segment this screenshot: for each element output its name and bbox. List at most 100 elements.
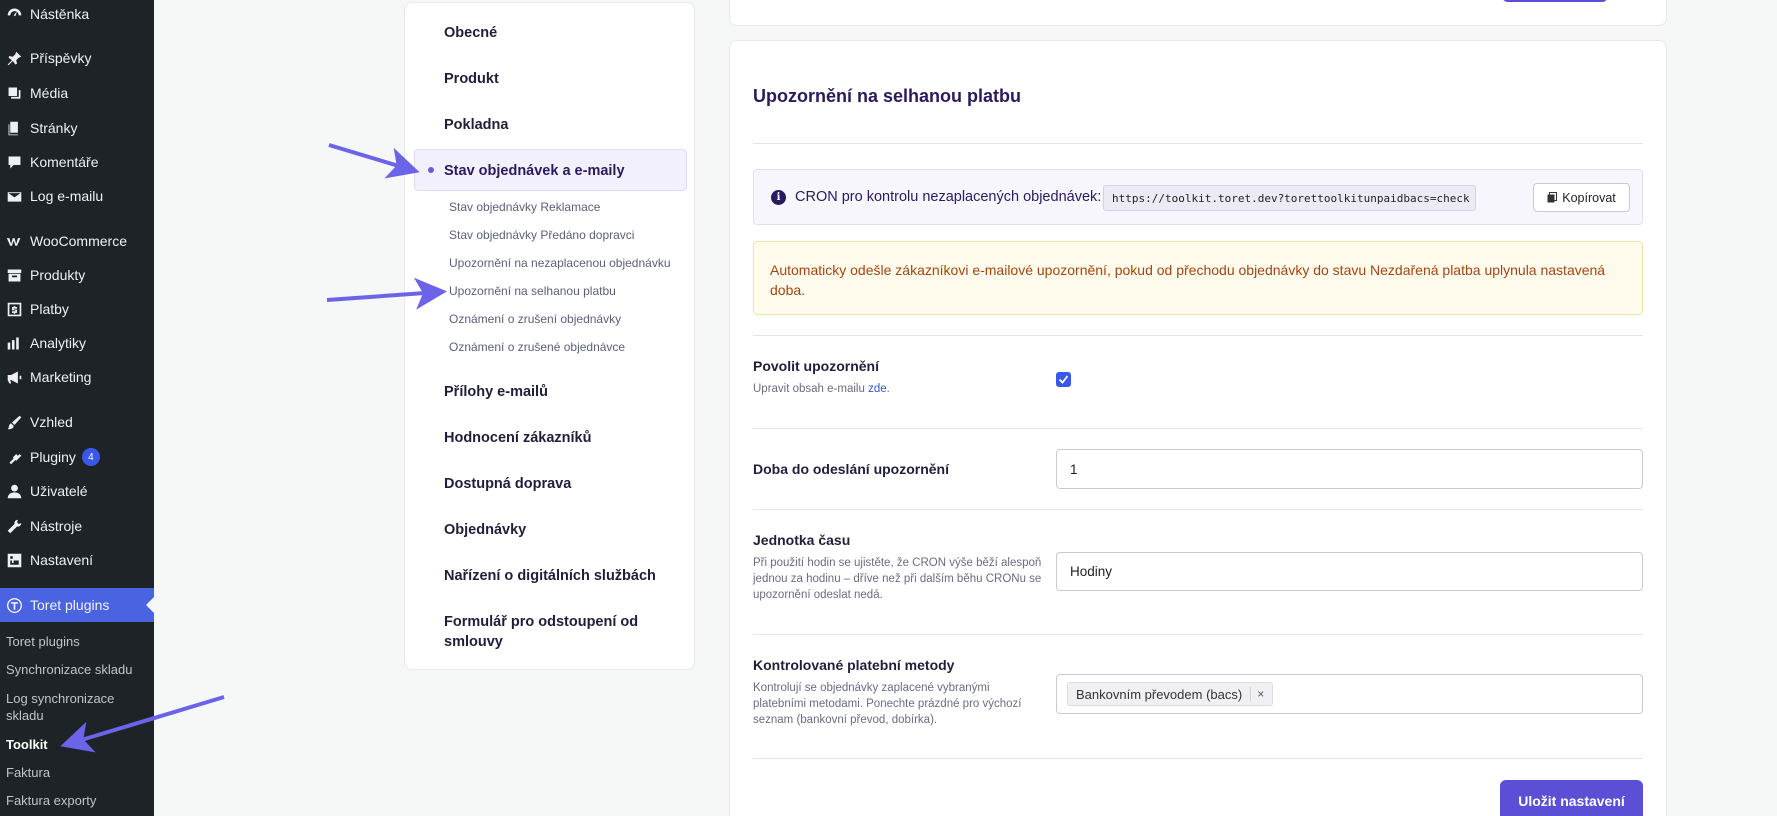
sidebar-item-appearance[interactable]: Vzhled	[0, 407, 154, 437]
tag-remove-icon[interactable]: ×	[1250, 687, 1264, 701]
sidebar-item-label: Uživatelé	[30, 483, 88, 499]
divider	[753, 428, 1643, 429]
dashboard-icon	[3, 4, 25, 24]
sidebar-item-label: Log e-mailu	[30, 188, 104, 204]
submenu-item[interactable]: Synchronizace skladu	[6, 661, 146, 678]
sidebar-item-pages[interactable]: Stránky	[0, 113, 154, 143]
sidebar-item-label: Pluginy	[30, 449, 76, 465]
pin-icon	[3, 48, 25, 68]
sidebar-item-dashboard[interactable]: Nástěnka	[0, 0, 154, 29]
divider	[753, 634, 1643, 635]
copy-icon	[1547, 192, 1558, 203]
sidebar-item-toret-plugins[interactable]: Toret plugins	[0, 588, 154, 622]
plugin-icon	[3, 447, 25, 467]
nav-subitem[interactable]: Oznámení o zrušení objednávky	[449, 312, 621, 326]
sidebar-item-tools[interactable]: Nástroje	[0, 511, 154, 541]
sidebar-item-comments[interactable]: Komentáře	[0, 147, 154, 177]
warning-notice: Automaticky odešle zákazníkovi e-mailové…	[753, 241, 1643, 315]
sidebar-item-users[interactable]: Uživatelé	[0, 476, 154, 506]
nav-item-email-attachments[interactable]: Přílohy e-mailů	[444, 382, 674, 402]
archive-icon	[3, 265, 25, 285]
nav-item-withdrawal-form[interactable]: Formulář pro odstoupení od smlouvy	[444, 612, 644, 652]
megaphone-icon	[3, 367, 25, 387]
bar-chart-icon	[3, 333, 25, 353]
methods-label: Kontrolované platební metody	[753, 657, 955, 673]
sidebar-item-plugins[interactable]: Pluginy 4	[0, 442, 154, 472]
sidebar-item-posts[interactable]: Příspěvky	[0, 43, 154, 73]
divider	[753, 758, 1643, 759]
previous-save-button[interactable]	[1502, 0, 1608, 2]
submenu-item[interactable]: Toret plugins	[6, 633, 146, 650]
update-count-badge: 4	[81, 448, 100, 466]
nav-item-general[interactable]: Obecné	[444, 23, 674, 43]
pages-icon	[3, 118, 25, 138]
sidebar-item-label: Média	[30, 85, 69, 101]
edit-email-link[interactable]: zde	[868, 383, 887, 395]
nav-item-order-status-emails[interactable]: Stav objednávek a e-maily	[444, 161, 674, 181]
nav-subitem-current[interactable]: Upozornění na selhanou platbu	[449, 284, 616, 298]
selected-tag: Bankovním převodem (bacs) ×	[1067, 682, 1274, 706]
sidebar-item-media[interactable]: Média	[0, 78, 154, 108]
delay-label: Doba do odeslání upozornění	[753, 461, 949, 477]
nav-item-checkout[interactable]: Pokladna	[444, 115, 674, 135]
sidebar-item-marketing[interactable]: Marketing	[0, 362, 154, 392]
unit-help: Při použití hodin se ujistěte, že CRON v…	[753, 557, 1042, 601]
methods-multiselect[interactable]: Bankovním převodem (bacs) ×	[1056, 674, 1643, 714]
sidebar-item-payments[interactable]: Platby	[0, 294, 154, 324]
cron-url[interactable]: https://toolkit.toret.dev?torettoolkitun…	[1103, 185, 1476, 211]
divider	[753, 335, 1643, 336]
settings-icon	[3, 550, 25, 570]
sidebar-item-label: Nástroje	[30, 518, 83, 534]
checkmark-icon	[1058, 375, 1069, 384]
woo-icon	[3, 231, 25, 251]
wrench-icon	[3, 516, 25, 536]
sidebar-item-label: Příspěvky	[30, 50, 92, 66]
admin-sidebar: Nástěnka Příspěvky Média Stránky Komentá…	[0, 0, 154, 816]
sidebar-item-label: Komentáře	[30, 154, 99, 170]
divider	[753, 509, 1643, 510]
copy-label: Kopírovat	[1562, 190, 1616, 205]
sidebar-item-label: Platby	[30, 301, 69, 317]
nav-item-shipping[interactable]: Dostupná doprava	[444, 474, 674, 494]
sidebar-item-label: Stránky	[30, 120, 78, 136]
sidebar-item-label: Toret plugins	[30, 597, 110, 613]
sidebar-item-label: Analytiky	[30, 335, 87, 351]
tag-label: Bankovním převodem (bacs)	[1076, 686, 1243, 702]
sidebar-item-label: Vzhled	[30, 414, 73, 430]
enable-checkbox[interactable]	[1056, 372, 1071, 387]
brush-icon	[3, 412, 25, 432]
user-icon	[3, 481, 25, 501]
nav-item-customer-reviews[interactable]: Hodnocení zákazníků	[444, 428, 674, 448]
nav-item-product[interactable]: Produkt	[444, 69, 674, 89]
sidebar-item-analytics[interactable]: Analytiky	[0, 328, 154, 358]
page-title: Upozornění na selhanou platbu	[753, 86, 1022, 106]
submenu-item[interactable]: Faktura exporty	[6, 792, 146, 809]
delay-input[interactable]: 1	[1056, 449, 1643, 489]
unit-label: Jednotka času	[753, 532, 851, 548]
nav-subitem[interactable]: Upozornění na nezaplacenou objednávku	[449, 256, 671, 270]
active-dot-icon	[428, 167, 434, 173]
arrow-to-nav-item	[328, 143, 420, 179]
save-button[interactable]: Uložit nastavení	[1500, 780, 1643, 816]
submenu-item[interactable]: Faktura	[6, 764, 146, 781]
unit-select[interactable]: Hodiny	[1056, 552, 1643, 591]
sidebar-item-products[interactable]: Produkty	[0, 260, 154, 290]
submenu-item-current[interactable]: Toolkit	[6, 736, 146, 753]
nav-subitem[interactable]: Stav objednávky Reklamace	[449, 200, 600, 214]
cron-label: CRON pro kontrolu nezaplacených objednáv…	[795, 189, 1102, 205]
nav-subitem[interactable]: Oznámení o zrušené objednávce	[449, 340, 625, 354]
nav-item-orders[interactable]: Objednávky	[444, 520, 674, 540]
comment-icon	[3, 152, 25, 172]
sidebar-item-email-log[interactable]: Log e-mailu	[0, 181, 154, 211]
copy-button[interactable]: Kopírovat	[1533, 183, 1630, 212]
sidebar-item-label: Produkty	[30, 267, 86, 283]
submenu-item[interactable]: Log synchronizace skladu	[6, 690, 146, 724]
sidebar-item-woocommerce[interactable]: WooCommerce	[0, 226, 154, 256]
sidebar-item-label: Nástěnka	[30, 6, 90, 22]
toret-icon	[3, 595, 25, 615]
sidebar-item-settings[interactable]: Nastavení	[0, 545, 154, 575]
nav-subitem[interactable]: Stav objednávky Předáno dopravci	[449, 228, 634, 242]
cron-info-box: i CRON pro kontrolu nezaplacených objedn…	[753, 169, 1643, 225]
nav-item-digital-services[interactable]: Nařízení o digitálních službách	[444, 566, 674, 586]
sidebar-item-label: Marketing	[30, 369, 92, 385]
